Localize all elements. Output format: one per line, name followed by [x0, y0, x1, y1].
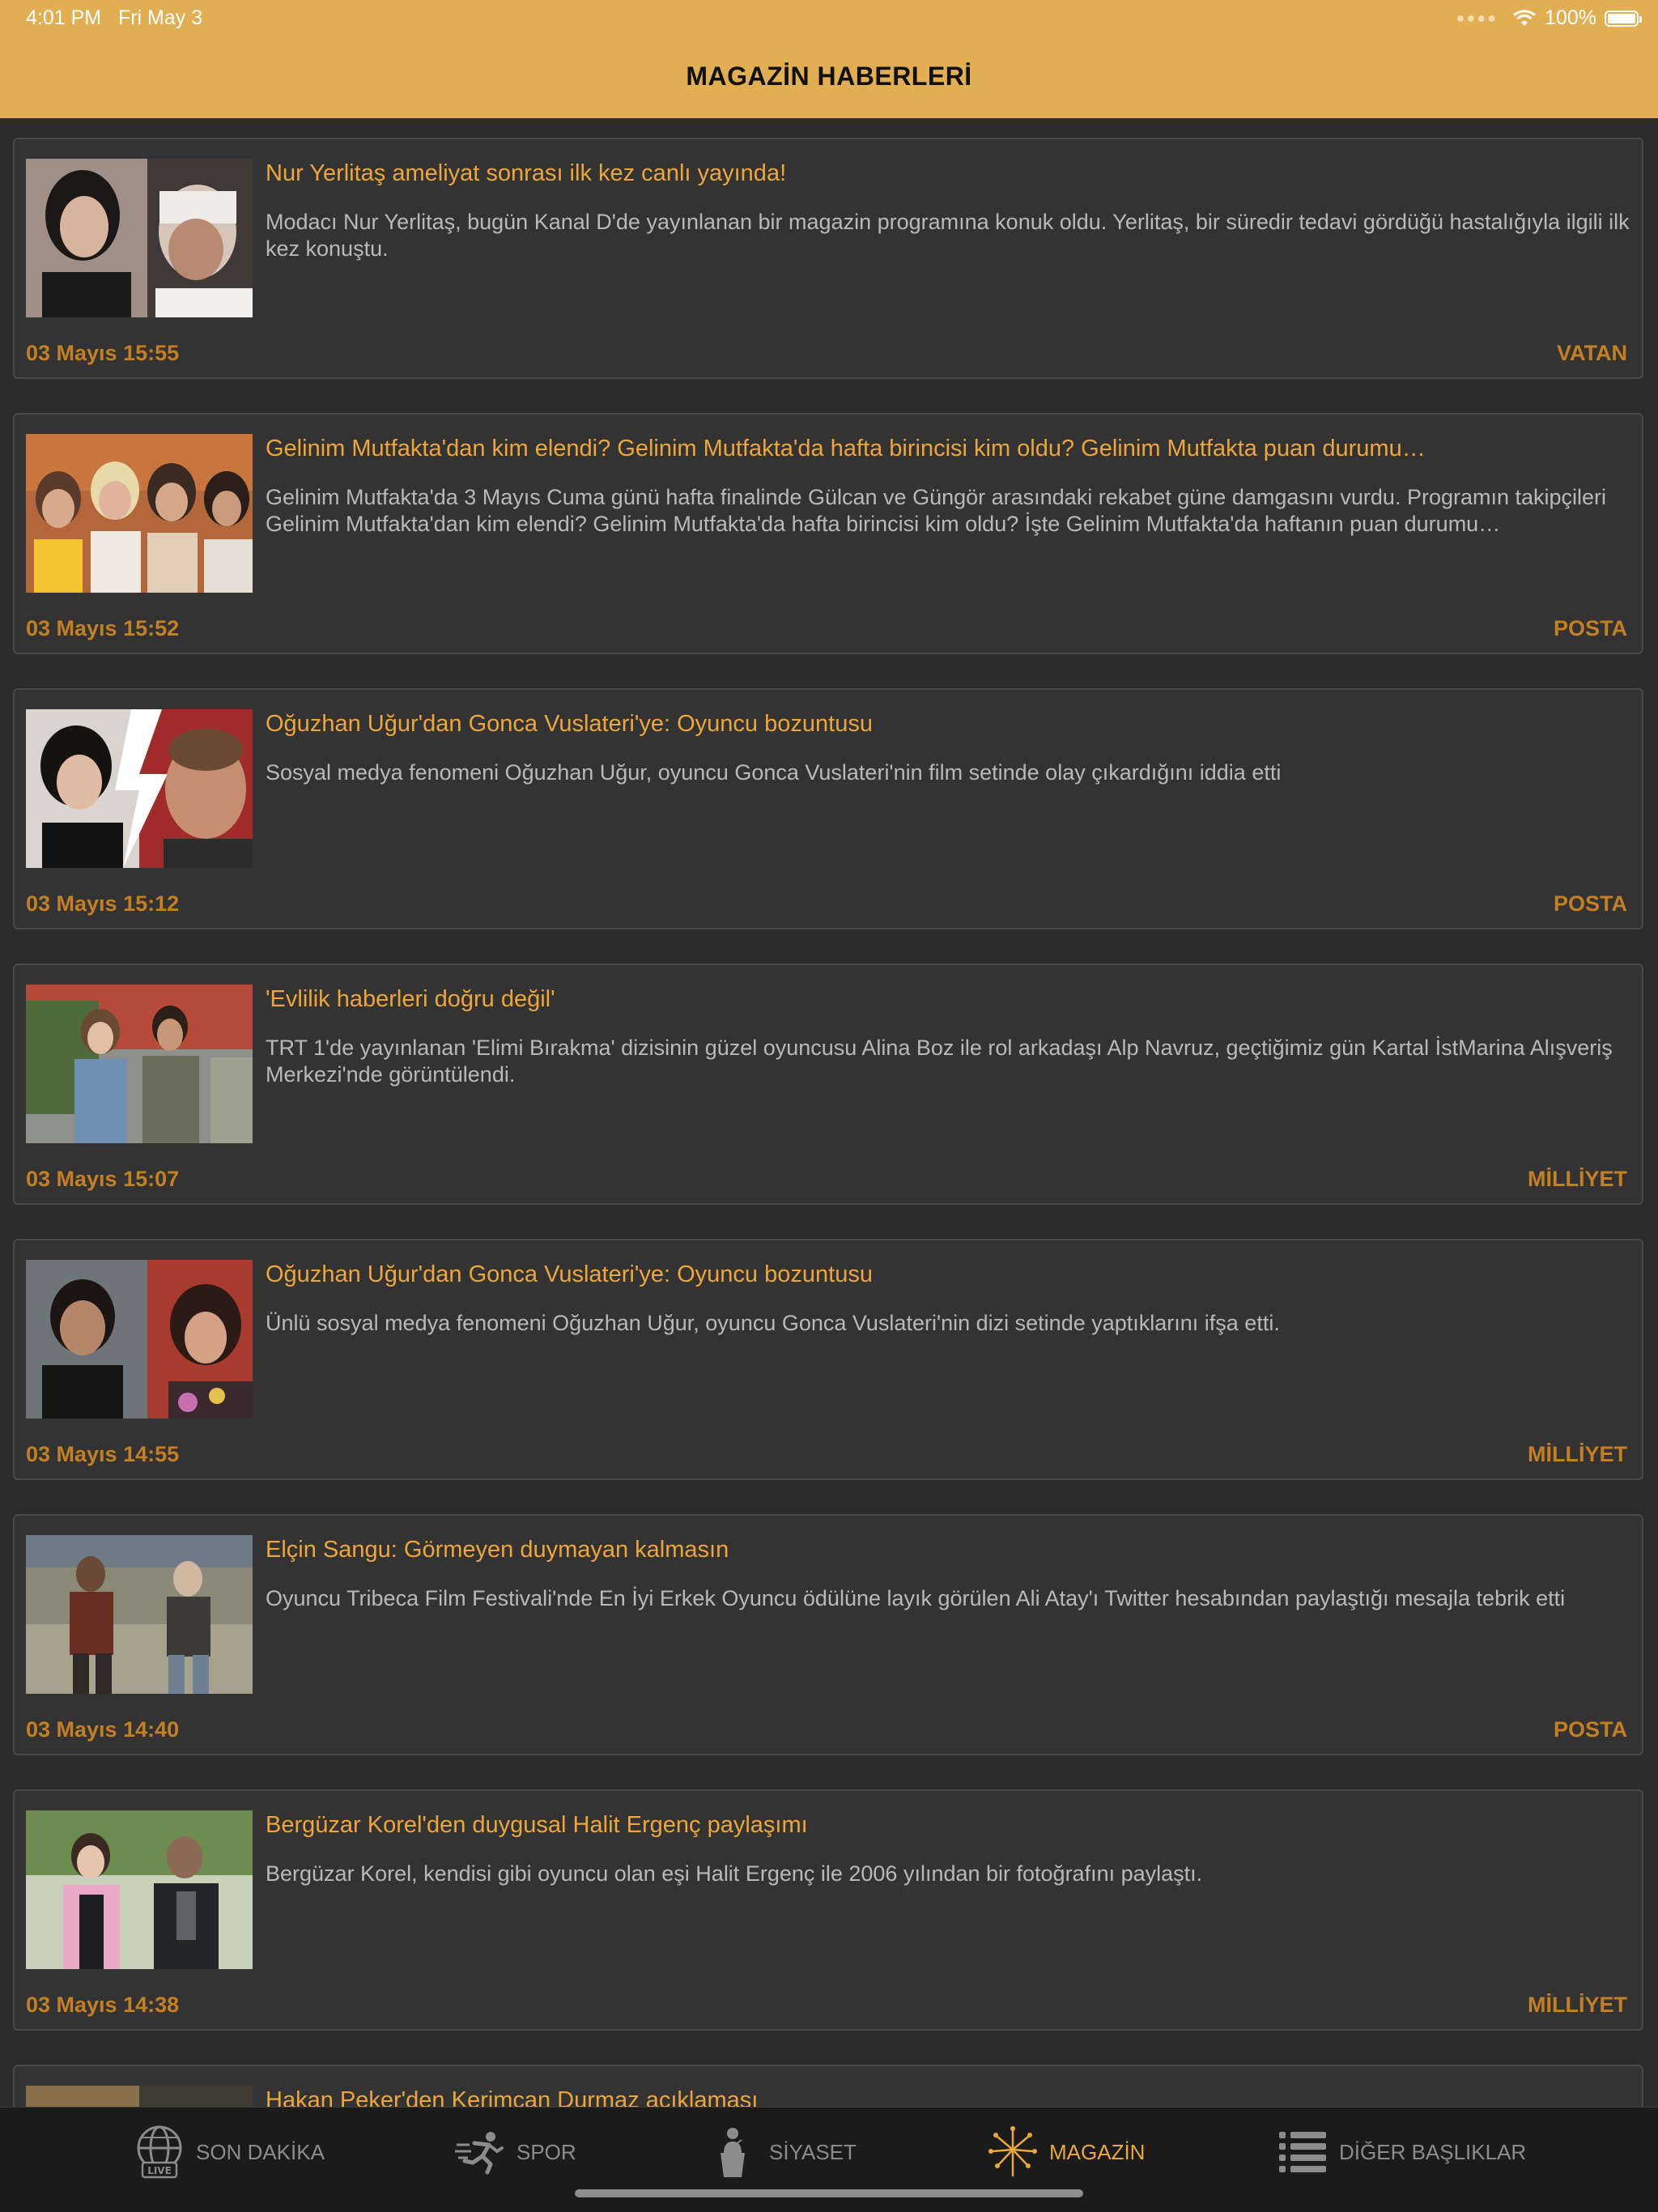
article-description: Bergüzar Korel, kendisi gibi oyuncu olan… — [266, 1861, 1203, 1886]
article-source: POSTA — [1553, 891, 1627, 916]
article-date: 03 Mayıs 14:55 — [26, 1442, 180, 1466]
article-date: 03 Mayıs 15:52 — [26, 616, 180, 640]
runner-icon — [455, 2132, 504, 2175]
top-bar: 4:01 PM Fri May 3 ●●●● 100% MAGAZİN HABE… — [0, 0, 1658, 118]
status-indicators: ●●●● 100% — [1456, 6, 1642, 30]
article-description: Oyuncu Tribeca Film Festivali'nde En İyi… — [266, 1586, 1566, 1610]
page-title: MAGAZİN HABERLERİ — [686, 62, 972, 91]
news-card[interactable]: Elçin Sangu: Görmeyen duymayan kalmasın … — [13, 1514, 1643, 1755]
article-thumbnail — [26, 985, 253, 1143]
news-card[interactable]: 'Evlilik haberleri doğru değil' TRT 1'de… — [13, 963, 1643, 1205]
news-card[interactable]: Bergüzar Korel'den duygusal Halit Ergenç… — [13, 1789, 1643, 2031]
tab-spor[interactable]: SPOR — [455, 2124, 576, 2180]
signal-icon: ●●●● — [1456, 10, 1499, 26]
tab-diger-basliklar[interactable]: DİĞER BAŞLIKLAR — [1278, 2124, 1526, 2180]
tab-siyaset[interactable]: SİYASET — [708, 2124, 857, 2180]
article-title[interactable]: 'Evlilik haberleri doğru değil' — [266, 986, 1626, 1013]
news-card[interactable]: Gelinim Mutfakta'dan kim elendi? Gelinim… — [13, 413, 1643, 654]
podium-speaker-icon — [721, 2128, 745, 2177]
article-title[interactable]: Oğuzhan Uğur'dan Gonca Vuslateri'ye: Oyu… — [266, 1261, 1626, 1288]
news-card[interactable]: Oğuzhan Uğur'dan Gonca Vuslateri'ye: Oyu… — [13, 688, 1643, 929]
home-indicator[interactable] — [575, 2189, 1083, 2197]
tab-label: SİYASET — [769, 2139, 857, 2164]
article-source: VATAN — [1557, 341, 1627, 365]
article-date: 03 Mayıs 15:55 — [26, 341, 180, 365]
article-source: POSTA — [1553, 1717, 1627, 1742]
article-title[interactable]: Gelinim Mutfakta'dan kim elendi? Gelinim… — [266, 436, 1626, 462]
article-title[interactable]: Elçin Sangu: Görmeyen duymayan kalmasın — [266, 1537, 1626, 1563]
article-title[interactable]: Bergüzar Korel'den duygusal Halit Ergenç… — [266, 1812, 1626, 1839]
article-date: 03 Mayıs 14:40 — [26, 1717, 180, 1742]
tab-label: DİĞER BAŞLIKLAR — [1339, 2139, 1527, 2164]
article-thumbnail — [26, 1810, 253, 1969]
tab-son-dakika[interactable]: LIVE SON DAKİKA — [134, 2124, 325, 2180]
article-date: 03 Mayıs 15:07 — [26, 1167, 180, 1191]
news-card[interactable]: Nur Yerlitaş ameliyat sonrası ilk kez ca… — [13, 138, 1643, 379]
globe-live-icon: LIVE — [137, 2125, 182, 2179]
news-feed[interactable]: Nur Yerlitaş ameliyat sonrası ilk kez ca… — [0, 118, 1658, 2107]
article-thumbnail — [26, 709, 253, 868]
article-thumbnail — [26, 2086, 253, 2107]
tab-label: SON DAKİKA — [196, 2139, 325, 2164]
list-icon — [1279, 2132, 1326, 2172]
article-title[interactable]: Hakan Peker'den Kerimcan Durmaz açıklama… — [266, 2087, 1626, 2107]
article-description: Modacı Nur Yerlitaş, bugün Kanal D'de ya… — [266, 210, 1630, 261]
battery-icon — [1605, 10, 1642, 27]
article-thumbnail — [26, 434, 253, 593]
article-source: POSTA — [1553, 616, 1627, 640]
article-title[interactable]: Oğuzhan Uğur'dan Gonca Vuslateri'ye: Oyu… — [266, 711, 1626, 738]
article-thumbnail — [26, 1260, 253, 1419]
status-time: 4:01 PM Fri May 3 — [26, 6, 203, 29]
article-source: MİLLİYET — [1528, 1167, 1627, 1191]
news-card[interactable]: Hakan Peker'den Kerimcan Durmaz açıklama… — [13, 2065, 1643, 2107]
article-thumbnail — [26, 159, 253, 317]
article-date: 03 Mayıs 15:12 — [26, 891, 180, 916]
article-description: Sosyal medya fenomeni Oğuzhan Uğur, oyun… — [266, 760, 1282, 785]
article-source: MİLLİYET — [1528, 1442, 1627, 1466]
svg-text:LIVE: LIVE — [147, 2165, 172, 2176]
article-date: 03 Mayıs 14:38 — [26, 1993, 180, 2017]
wifi-icon — [1513, 9, 1536, 26]
tab-label: SPOR — [517, 2139, 576, 2164]
tab-label: MAGAZİN — [1049, 2139, 1146, 2164]
article-source: MİLLİYET — [1528, 1993, 1627, 2017]
article-description: Gelinim Mutfakta'da 3 Mayıs Cuma günü ha… — [266, 485, 1607, 536]
fireworks-icon — [988, 2126, 1037, 2177]
article-thumbnail — [26, 1535, 253, 1694]
battery-percent: 100% — [1545, 6, 1596, 29]
article-title[interactable]: Nur Yerlitaş ameliyat sonrası ilk kez ca… — [266, 160, 1626, 187]
tab-magazin[interactable]: MAGAZİN — [988, 2124, 1145, 2180]
news-card[interactable]: Oğuzhan Uğur'dan Gonca Vuslateri'ye: Oyu… — [13, 1239, 1643, 1480]
article-description: Ünlü sosyal medya fenomeni Oğuzhan Uğur,… — [266, 1311, 1280, 1335]
article-description: TRT 1'de yayınlanan 'Elimi Bırakma' dizi… — [266, 1036, 1613, 1087]
